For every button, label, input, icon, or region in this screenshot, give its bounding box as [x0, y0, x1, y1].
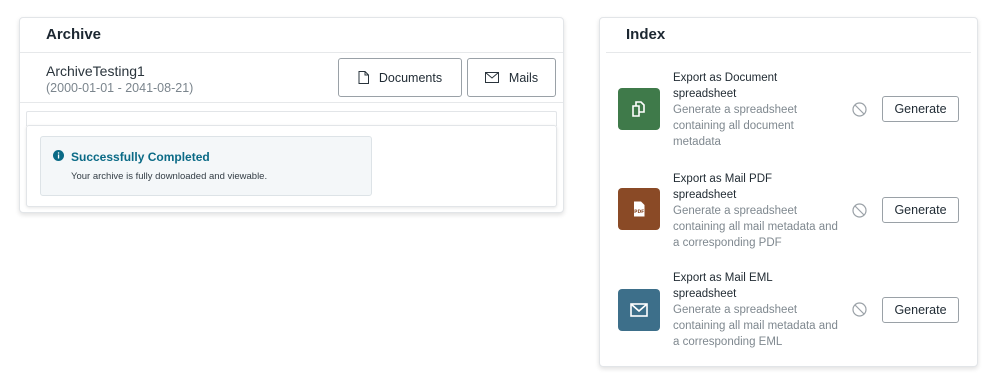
archive-card: Archive ArchiveTesting1 (2000-01-01 - 20…	[19, 17, 564, 213]
export-row-mail-pdf: PDF Export as Mail PDF spreadsheet Gener…	[600, 169, 977, 249]
success-text: Your archive is fully downloaded and vie…	[71, 171, 268, 182]
documents-icon	[618, 88, 660, 130]
export-title: Export as Mail PDF spreadsheet	[673, 173, 773, 201]
index-header: Index	[606, 18, 971, 53]
archive-name: ArchiveTesting1	[46, 63, 145, 79]
export-row-document: Export as Document spreadsheet Generate …	[600, 68, 977, 148]
info-icon	[53, 150, 64, 161]
success-message: Successfully Completed Your archive is f…	[40, 136, 372, 196]
document-icon	[358, 71, 369, 84]
export-row-mail-eml: Export as Mail EML spreadsheet Generate …	[600, 270, 977, 350]
documents-button-label: Documents	[378, 70, 443, 85]
export-description: Generate a spreadsheet containing all do…	[673, 104, 798, 148]
pdf-glyph-icon: PDF	[634, 201, 645, 217]
archive-date-range: (2000-01-01 - 2041-08-21)	[46, 81, 194, 95]
mail-glyph-icon	[630, 303, 648, 317]
index-title: Index	[626, 26, 666, 43]
documents-button[interactable]: Documents	[338, 58, 462, 97]
export-description: Generate a spreadsheet containing all ma…	[673, 304, 838, 348]
export-title: Export as Document spreadsheet	[673, 72, 778, 100]
archive-divider	[20, 102, 563, 103]
mail-icon	[618, 289, 660, 331]
archive-title: Archive	[46, 26, 102, 43]
index-card: Index Export as Document spreadsheet Gen…	[599, 17, 978, 367]
disabled-icon	[852, 203, 867, 218]
archive-inner-strip	[26, 111, 557, 126]
pdf-icon: PDF	[618, 188, 660, 230]
svg-text:PDF: PDF	[634, 209, 644, 215]
mails-button-label: Mails	[508, 70, 539, 85]
archive-header: Archive	[20, 18, 563, 53]
documents-glyph-icon	[632, 101, 645, 117]
archive-status-panel: Successfully Completed Your archive is f…	[26, 125, 557, 207]
generate-button[interactable]: Generate	[882, 297, 959, 323]
mails-button[interactable]: Mails	[467, 58, 556, 97]
disabled-icon	[852, 302, 867, 317]
export-title: Export as Mail EML spreadsheet	[673, 272, 773, 300]
generate-button[interactable]: Generate	[882, 197, 959, 223]
disabled-icon	[852, 102, 867, 117]
generate-button[interactable]: Generate	[882, 96, 959, 122]
success-title: Successfully Completed	[71, 150, 210, 164]
mail-icon	[484, 72, 499, 83]
export-description: Generate a spreadsheet containing all ma…	[673, 205, 838, 249]
